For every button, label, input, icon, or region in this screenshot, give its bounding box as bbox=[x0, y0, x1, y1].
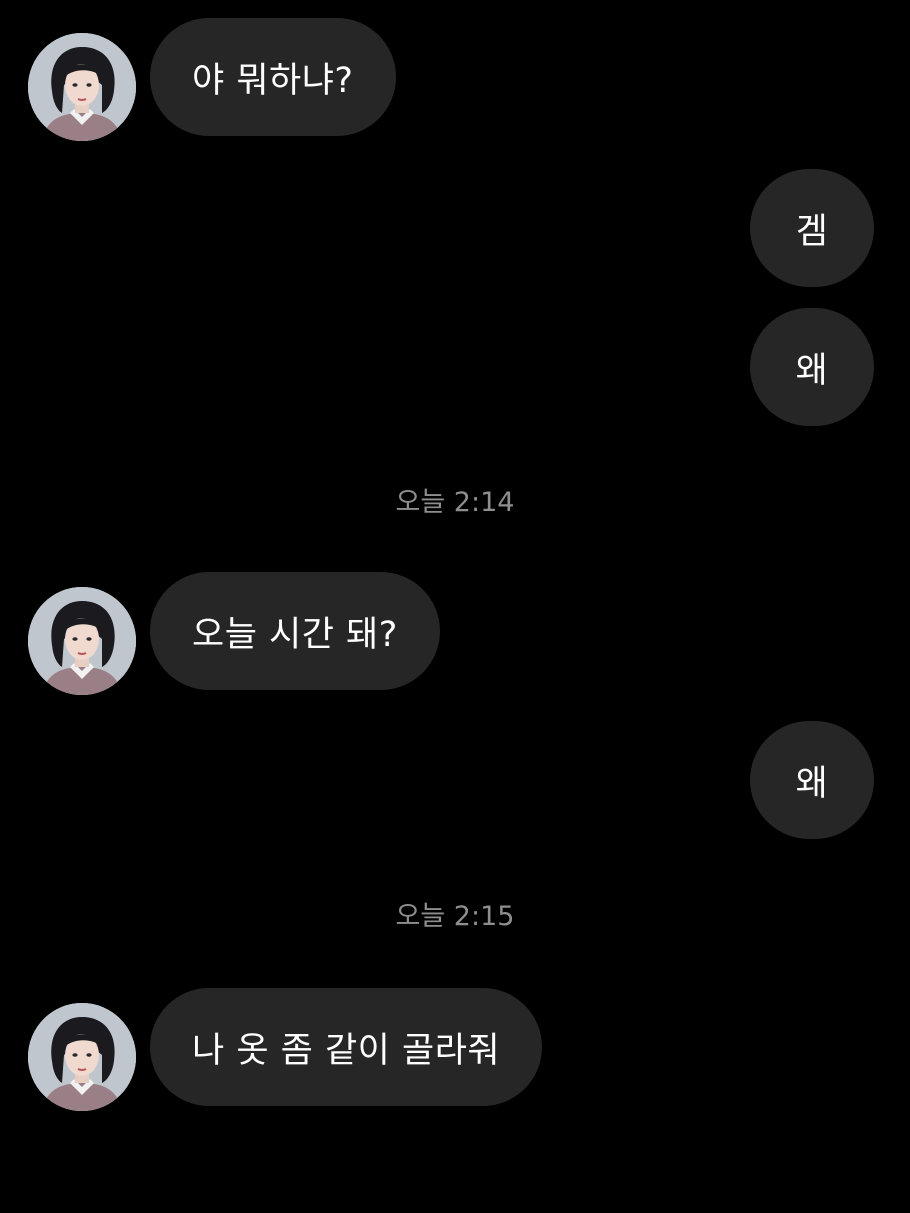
avatar-portrait-icon bbox=[28, 1003, 136, 1111]
message-text: 왜 bbox=[795, 763, 829, 804]
timestamp-divider: 오늘 2:14 bbox=[395, 487, 515, 518]
contact-avatar[interactable] bbox=[28, 587, 136, 695]
message-text: 겜 bbox=[795, 211, 829, 252]
message-text: 왜 bbox=[795, 350, 829, 391]
contact-avatar[interactable] bbox=[28, 1003, 136, 1111]
avatar-portrait-icon bbox=[28, 33, 136, 141]
outgoing-message-bubble[interactable]: 왜 bbox=[750, 721, 874, 839]
incoming-message-bubble[interactable]: 오늘 시간 돼? bbox=[150, 572, 440, 690]
outgoing-message-bubble[interactable]: 겜 bbox=[750, 169, 874, 287]
avatar-portrait-icon bbox=[28, 587, 136, 695]
chat-thread: 야 뭐하냐? 겜 왜 오늘 2:14 오늘 시간 돼? 왜 오늘 2:15 나 … bbox=[0, 0, 910, 1213]
outgoing-message-bubble[interactable]: 왜 bbox=[750, 308, 874, 426]
incoming-message-bubble[interactable]: 야 뭐하냐? bbox=[150, 18, 396, 136]
message-text: 오늘 시간 돼? bbox=[192, 614, 398, 655]
message-text: 야 뭐하냐? bbox=[192, 60, 354, 101]
incoming-message-bubble[interactable]: 나 옷 좀 같이 골라줘 bbox=[150, 988, 543, 1106]
message-text: 나 옷 좀 같이 골라줘 bbox=[192, 1030, 501, 1071]
timestamp-divider: 오늘 2:15 bbox=[395, 901, 515, 932]
contact-avatar[interactable] bbox=[28, 33, 136, 141]
